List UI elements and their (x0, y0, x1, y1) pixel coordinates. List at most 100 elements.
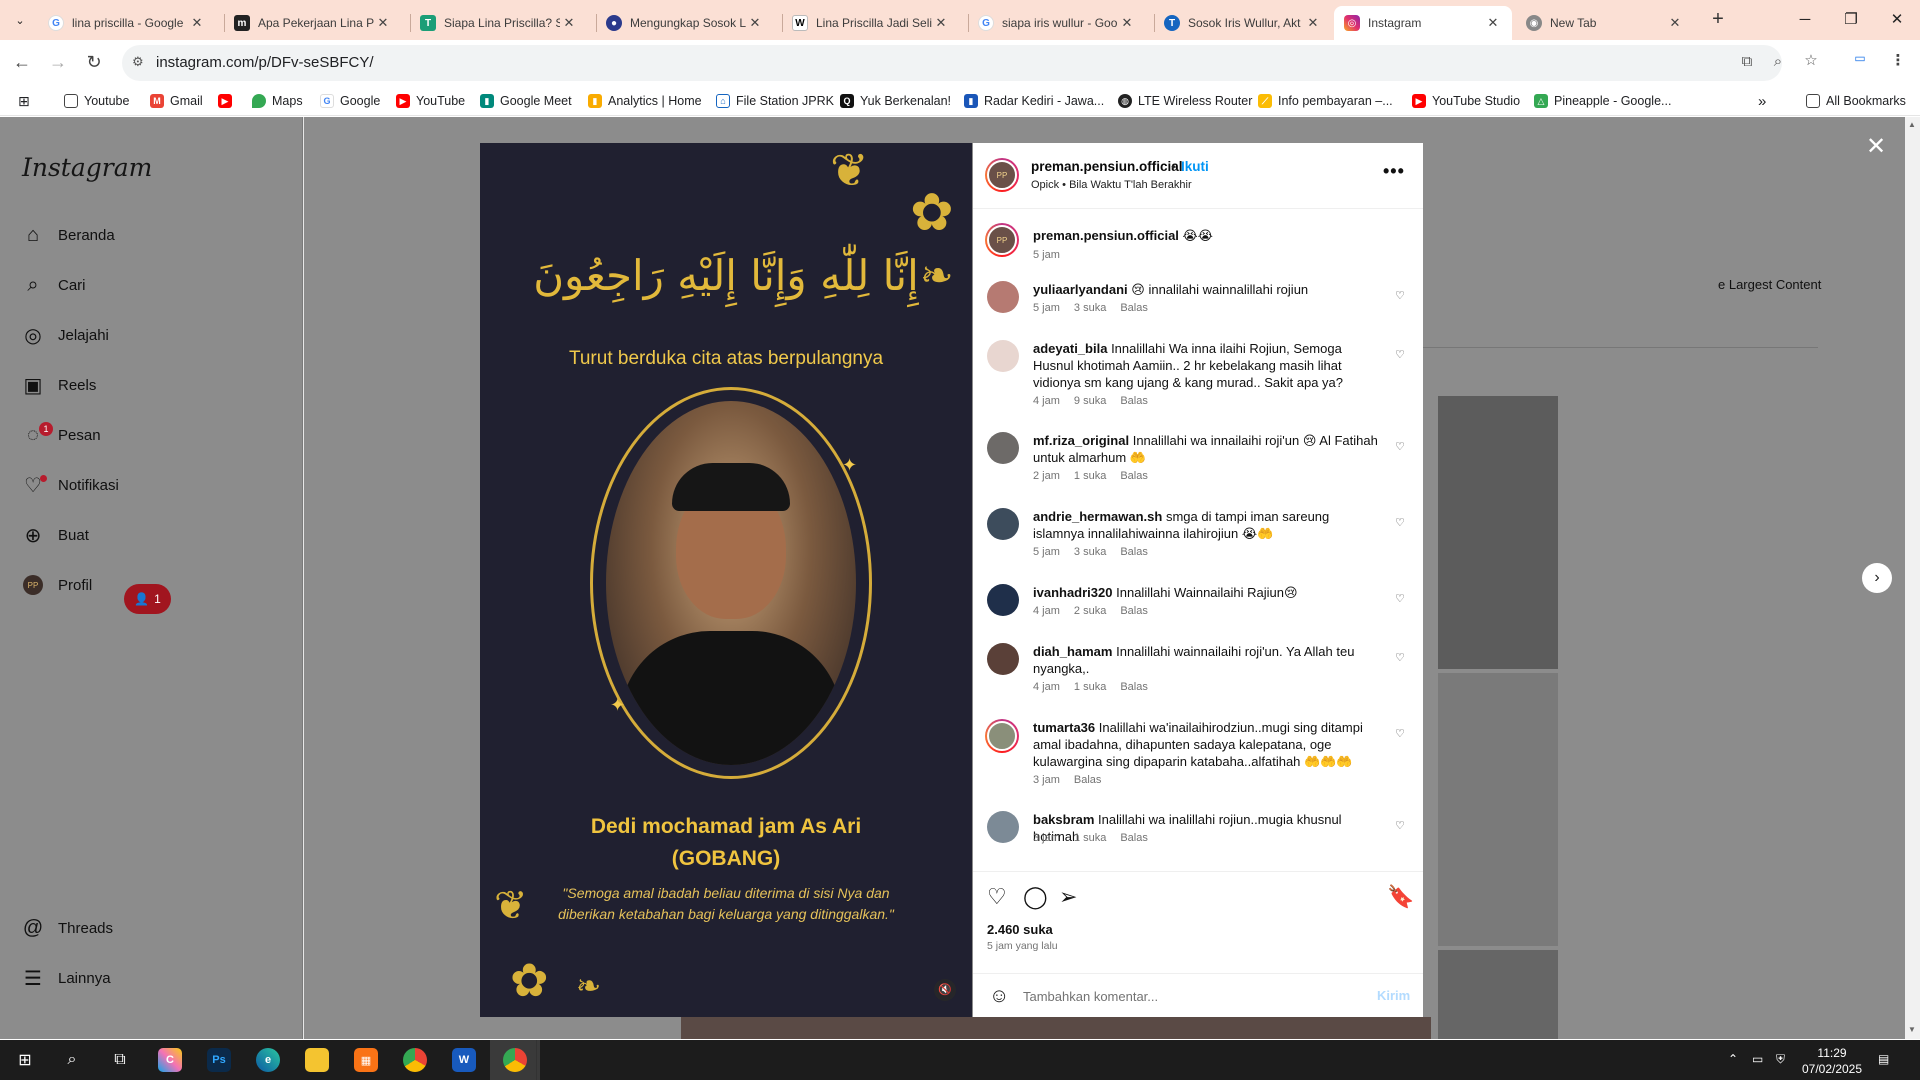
grid-post-thumbnail[interactable] (1438, 950, 1558, 1039)
avatar[interactable] (987, 643, 1019, 675)
bookmark-gmail[interactable]: M Gmail (150, 91, 203, 111)
comment-username[interactable]: andrie_hermawan.sh (1033, 509, 1162, 524)
security-icon[interactable]: ⛨ (1776, 1052, 1785, 1067)
comment-username[interactable]: ivanhadri320 (1033, 585, 1113, 600)
author-username[interactable]: preman.pensiun.official (1031, 159, 1183, 174)
edge-icon[interactable]: e (253, 1045, 283, 1075)
comment-likes[interactable]: 1 suka (1074, 832, 1106, 844)
orange-app-icon[interactable]: ▦ (351, 1045, 381, 1075)
bookmark-pineapple[interactable]: △ Pineapple - Google... (1534, 91, 1671, 111)
bookmark-radar-kediri[interactable]: ▮ Radar Kediri - Jawa... (964, 91, 1104, 111)
comment-like-icon[interactable]: ♡ (1395, 651, 1405, 664)
close-tab-icon[interactable]: ✕ (746, 15, 764, 31)
bookmark-lte-router[interactable]: ◍ LTE Wireless Router (1118, 91, 1252, 111)
minimize-button[interactable]: ─ (1782, 6, 1828, 34)
install-app-icon[interactable]: ⧉ (1736, 53, 1758, 70)
close-tab-icon[interactable]: ✕ (1666, 15, 1684, 31)
comment-likes[interactable]: 2 suka (1074, 605, 1106, 617)
forward-button[interactable]: → (46, 50, 70, 74)
caption-avatar[interactable]: PP (985, 223, 1019, 257)
comment-like-icon[interactable]: ♡ (1395, 516, 1405, 529)
avatar[interactable] (987, 281, 1019, 313)
bookmark-youtube-icon-only[interactable]: ▶ (218, 91, 238, 111)
scroll-up-arrow-icon[interactable]: ▲ (1908, 120, 1916, 129)
comment-likes[interactable]: 3 suka (1074, 546, 1106, 558)
nav-cari[interactable]: ⌕ Cari (22, 271, 85, 299)
task-view-icon[interactable]: ⧉ (105, 1045, 135, 1075)
nav-reels[interactable]: ▣ Reels (22, 371, 97, 399)
author-avatar[interactable]: PP (985, 158, 1019, 192)
comment-likes[interactable]: 1 suka (1074, 470, 1106, 482)
notifications-icon[interactable]: ▤ (1878, 1052, 1889, 1066)
avatar[interactable] (987, 340, 1019, 372)
nav-beranda[interactable]: ⌂ Beranda (22, 221, 115, 249)
reply-button[interactable]: Balas (1120, 681, 1148, 693)
like-heart-icon[interactable]: ♡ (987, 884, 1007, 910)
back-button[interactable]: ← (10, 50, 34, 74)
comment-input[interactable] (1023, 986, 1353, 1006)
reply-button[interactable]: Balas (1120, 832, 1148, 844)
nav-jelajahi[interactable]: ◎ Jelajahi (22, 321, 109, 349)
tab-8[interactable]: ◉ New Tab ✕ (1516, 6, 1694, 40)
avatar[interactable] (987, 811, 1019, 843)
search-icon[interactable]: ⌕ (57, 1045, 87, 1075)
tab-5[interactable]: G siapa iris wullur - Goo ✕ (968, 6, 1146, 40)
comment-likes[interactable]: 9 suka (1074, 395, 1106, 407)
bookmark-star-icon[interactable]: ☆ (1800, 51, 1822, 69)
emoji-icon[interactable]: ☺ (989, 985, 1009, 1008)
avatar[interactable] (987, 432, 1019, 464)
avatar[interactable] (987, 508, 1019, 540)
tab-search-button[interactable]: ⌄ (8, 8, 32, 32)
follow-button[interactable]: Ikuti (1181, 159, 1209, 174)
comment-username[interactable]: diah_hamam (1033, 644, 1112, 659)
network-icon[interactable]: ▭ (1752, 1052, 1763, 1066)
page-scrollbar[interactable] (1905, 117, 1920, 1039)
comment-likes[interactable]: 3 suka (1074, 302, 1106, 314)
grid-post-thumbnail[interactable] (1438, 396, 1558, 669)
close-tab-icon[interactable]: ✕ (932, 15, 950, 31)
word-icon[interactable]: W (449, 1045, 479, 1075)
comment-username[interactable]: mf.riza_original (1033, 433, 1129, 448)
reload-button[interactable]: ↻ (82, 50, 106, 74)
close-tab-icon[interactable]: ✕ (1484, 15, 1502, 31)
reply-button[interactable]: Balas (1074, 774, 1102, 786)
reply-button[interactable]: Balas (1120, 546, 1148, 558)
comment-like-icon[interactable]: ♡ (1395, 592, 1405, 605)
nav-buat[interactable]: ⊕ Buat (22, 521, 89, 549)
scroll-down-arrow-icon[interactable]: ▼ (1908, 1025, 1916, 1034)
chrome-menu-icon[interactable]: ⋮ (1886, 51, 1910, 69)
bookmarks-overflow-button[interactable]: » (1758, 91, 1766, 111)
nav-pesan[interactable]: ◌ 1 Pesan (22, 421, 101, 449)
instagram-logo[interactable]: Instagram (22, 153, 152, 182)
comment-like-icon[interactable]: ♡ (1395, 727, 1405, 740)
site-info-icon[interactable]: ⚙ (132, 54, 144, 70)
tab-6[interactable]: T Sosok Iris Wullur, Akt ✕ (1154, 6, 1332, 40)
bookmark-yuk-berkenalan[interactable]: Q Yuk Berkenalan! (840, 91, 951, 111)
tray-overflow-icon[interactable]: ⌃ (1728, 1052, 1738, 1066)
tab-1[interactable]: m Apa Pekerjaan Lina P ✕ (224, 6, 402, 40)
tab-0[interactable]: G lina priscilla - Google ✕ (38, 6, 216, 40)
send-comment-button[interactable]: Kirim (1377, 988, 1410, 1003)
close-tab-icon[interactable]: ✕ (1118, 15, 1136, 31)
comment-bubble-icon[interactable]: ◯ (1023, 884, 1048, 910)
bookmark-google-meet[interactable]: ▮ Google Meet (480, 91, 572, 111)
url-text[interactable]: instagram.com/p/DFv-seSBFCY/ (156, 54, 374, 71)
close-tab-icon[interactable]: ✕ (560, 15, 578, 31)
bookmark-info-pembayaran[interactable]: ⟋ Info pembayaran –... (1258, 91, 1393, 111)
photoshop-icon[interactable]: Ps (204, 1045, 234, 1075)
avatar[interactable] (985, 719, 1019, 753)
post-media[interactable]: ❦ ✿ ❧ ❦ ✿ ❧ إِنَّا لِلّٰهِ وَإِنَّا إِلَ… (480, 143, 972, 1017)
tab-3[interactable]: ● Mengungkap Sosok L ✕ (596, 6, 774, 40)
file-explorer-icon[interactable] (302, 1045, 332, 1075)
nav-profil[interactable]: PP Profil (22, 571, 92, 599)
comment-username[interactable]: yuliaarlyandani (1033, 282, 1128, 297)
chrome-taskbar-icon[interactable] (400, 1045, 430, 1075)
apps-grid-icon[interactable]: ⊞ (18, 91, 30, 111)
tab-4[interactable]: W Lina Priscilla Jadi Seli ✕ (782, 6, 960, 40)
bookmark-maps[interactable]: Maps (252, 91, 303, 111)
next-post-chevron-icon[interactable]: › (1862, 563, 1892, 593)
zoom-icon[interactable]: ⌕ (1767, 53, 1789, 70)
extension-icon[interactable]: ▭ (1848, 51, 1872, 65)
reply-button[interactable]: Balas (1120, 395, 1148, 407)
notification-pill[interactable]: 👤 1 (124, 584, 171, 614)
